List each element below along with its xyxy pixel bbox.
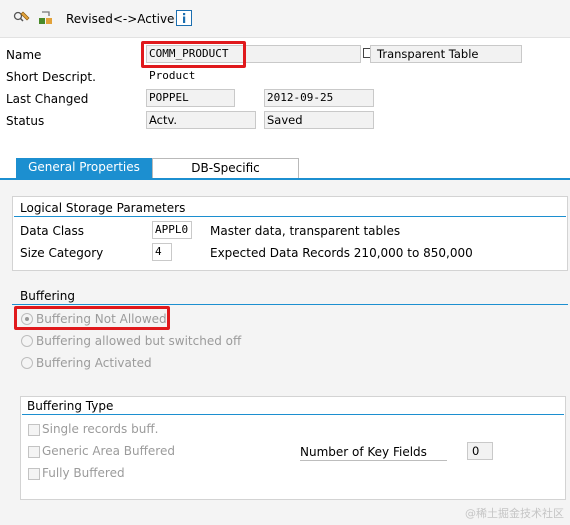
group-divider bbox=[14, 216, 566, 217]
application-toolbar: Revised<->Active bbox=[0, 0, 570, 38]
buffering-divider bbox=[12, 304, 568, 305]
status-saved-field: Saved bbox=[264, 111, 374, 129]
fully-buffered-checkbox[interactable] bbox=[28, 468, 40, 480]
short-desc-label: Short Descript. bbox=[6, 70, 96, 84]
highlight-box-buffering bbox=[14, 306, 170, 330]
status-field: Actv. bbox=[146, 111, 256, 129]
table-type-field: Transparent Table bbox=[370, 45, 522, 63]
logical-storage-title: Logical Storage Parameters bbox=[20, 201, 186, 215]
buffering-activated-label: Buffering Activated bbox=[36, 356, 152, 370]
buffering-switched-off-label: Buffering allowed but switched off bbox=[36, 334, 242, 348]
data-class-description: Master data, transparent tables bbox=[210, 224, 401, 238]
buffering-title: Buffering bbox=[20, 289, 75, 303]
buffering-type-divider bbox=[22, 414, 564, 415]
last-changed-label: Last Changed bbox=[6, 92, 89, 106]
status-label: Status bbox=[6, 114, 45, 128]
key-fields-field: 0 bbox=[467, 442, 493, 460]
other-object-icon[interactable] bbox=[36, 9, 56, 29]
tab-db-specific-properties[interactable]: DB-Specific Properties bbox=[152, 158, 299, 193]
last-changed-date-field: 2012-09-25 bbox=[264, 89, 374, 107]
fully-buffered-label: Fully Buffered bbox=[42, 466, 125, 480]
generic-area-label: Generic Area Buffered bbox=[42, 444, 175, 458]
generic-area-checkbox[interactable] bbox=[28, 446, 40, 458]
data-class-label: Data Class bbox=[20, 224, 85, 238]
highlight-box bbox=[141, 41, 246, 68]
watermark-text: @稀土掘金技术社区 bbox=[465, 507, 564, 520]
single-records-checkbox[interactable] bbox=[28, 424, 40, 436]
buffering-switched-off-radio[interactable] bbox=[21, 335, 33, 347]
info-icon[interactable] bbox=[176, 10, 196, 30]
buffering-type-title: Buffering Type bbox=[27, 399, 114, 413]
buffering-activated-radio[interactable] bbox=[21, 357, 33, 369]
last-changed-user-field: POPPEL bbox=[146, 89, 235, 107]
data-class-field[interactable]: APPL0 bbox=[152, 221, 192, 239]
tab-general-properties[interactable]: General Properties bbox=[16, 158, 152, 178]
size-category-label: Size Category bbox=[20, 246, 104, 260]
size-category-field[interactable]: 4 bbox=[152, 243, 172, 261]
short-desc-field[interactable]: Product bbox=[146, 67, 361, 85]
key-fields-label: Number of Key Fields bbox=[300, 445, 427, 459]
single-records-label: Single records buff. bbox=[42, 422, 159, 436]
size-category-description: Expected Data Records 210,000 to 850,000 bbox=[210, 246, 473, 260]
display-change-icon[interactable] bbox=[12, 9, 32, 29]
name-label: Name bbox=[6, 48, 42, 62]
key-fields-underline bbox=[300, 460, 447, 461]
mode-toggle-button[interactable]: Revised<->Active bbox=[66, 12, 174, 26]
